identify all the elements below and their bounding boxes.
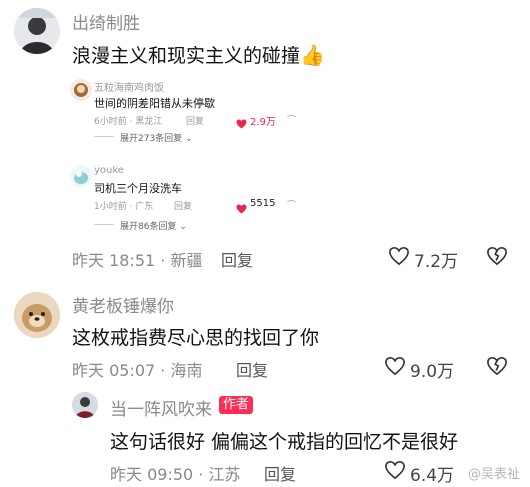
- comment-username[interactable]: 出绮制胜: [72, 9, 140, 34]
- heart-outline-icon[interactable]: [384, 356, 406, 376]
- embedded-likes: 5515: [250, 198, 276, 209]
- author-badge: 作者: [219, 396, 254, 414]
- comment-text: 浪漫主义和现实主义的碰撞👍: [72, 41, 325, 68]
- avatar: [70, 165, 92, 187]
- embedded-expand-replies: 展开86条回复 ⌄: [120, 222, 187, 232]
- embedded-meta: 6小时前 · 黑龙江: [94, 117, 163, 127]
- avatar[interactable]: [72, 392, 98, 418]
- thumbs-up-icon: 👍: [300, 43, 325, 67]
- reply-button[interactable]: 回复: [264, 461, 296, 485]
- divider: [94, 224, 114, 225]
- heart-filled-icon: [236, 199, 247, 218]
- expand-label: 展开273条回复: [120, 134, 183, 144]
- reply-username[interactable]: 当一阵风吹来: [110, 395, 212, 420]
- comment-username[interactable]: 黄老板锤爆你: [72, 292, 174, 317]
- broken-heart-icon[interactable]: [486, 246, 508, 266]
- comment-time-location: 昨天 05:07 · 海南: [72, 361, 203, 380]
- divider: [94, 136, 114, 137]
- like-count: 6.4万: [410, 466, 455, 486]
- embedded-text: 世间的阴差阳错从未停歇: [94, 97, 215, 110]
- heart-outline-icon[interactable]: [388, 246, 410, 266]
- embedded-expand-replies: 展开273条回复 ⌄: [120, 134, 193, 144]
- reply-text: 这句话很好 偏偏这个戒指的回忆不是很好: [110, 431, 459, 453]
- embedded-reply: 回复: [174, 202, 193, 212]
- watermark: @吴表祉: [468, 467, 521, 482]
- like-count: 9.0万: [410, 362, 455, 382]
- embedded-comment-screenshot[interactable]: 五粒海南鸡肉饭 世间的阴差阳错从未停歇 6小时前 · 黑龙江 回复 2.9万 ⌒…: [66, 73, 296, 239]
- like-count: 7.2万: [414, 252, 459, 272]
- embedded-username: 五粒海南鸡肉饭: [94, 83, 164, 94]
- reply-button[interactable]: 回复: [236, 357, 268, 381]
- embedded-likes: 2.9万: [250, 117, 276, 128]
- embedded-username: youke: [94, 165, 124, 176]
- more-icon: ⌒: [287, 201, 297, 211]
- avatar[interactable]: [14, 8, 60, 54]
- reply-time-location: 昨天 09:50 · 江苏: [110, 465, 241, 484]
- heart-outline-icon[interactable]: [384, 460, 406, 480]
- more-icon: ⌒: [287, 116, 297, 126]
- comment-text-body: 浪漫主义和现实主义的碰撞: [72, 45, 301, 67]
- expand-label: 展开86条回复: [120, 222, 177, 232]
- embedded-reply: 回复: [186, 117, 205, 127]
- reply-button[interactable]: 回复: [221, 247, 253, 271]
- embedded-text: 司机三个月没洗车: [94, 182, 182, 195]
- embedded-meta: 1小时前 · 广东: [94, 202, 154, 212]
- heart-filled-icon: [236, 114, 247, 133]
- comment-text: 这枚戒指费尽心思的找回了你: [72, 327, 320, 349]
- avatar[interactable]: [14, 292, 60, 338]
- comment-time-location: 昨天 18:51 · 新疆: [72, 251, 203, 270]
- broken-heart-icon[interactable]: [486, 356, 508, 376]
- avatar: [70, 79, 92, 101]
